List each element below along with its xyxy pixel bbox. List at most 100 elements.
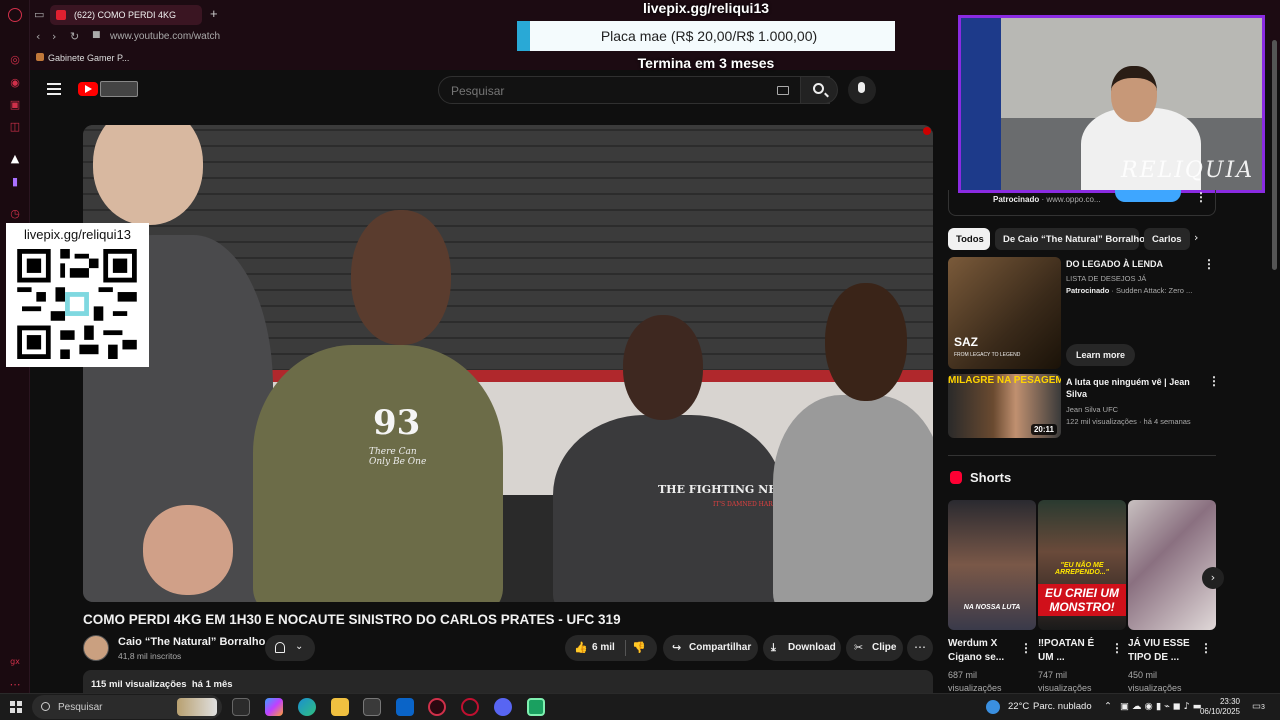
short-thumbnail[interactable] [1128,500,1216,630]
chip-carlos[interactable]: Carlos [1144,228,1190,250]
search-icon [813,83,824,94]
file-explorer-icon[interactable] [331,698,349,716]
chip-all[interactable]: Todos [948,228,990,250]
forward-icon[interactable]: › [52,30,56,43]
kebab-menu-icon[interactable]: ⋮ [1200,641,1212,655]
video-channel[interactable]: Jean Silva UFC [1066,405,1118,414]
ad-thumbnail[interactable]: SAZ FROM LEGACY TO LEGEND [948,257,1061,369]
goal-progress-bar: Placa mae (R$ 20,00/R$ 1.000,00) [517,21,895,51]
description-box[interactable]: 115 mil visualizações há 1 mês [83,670,933,693]
thumbs-up-icon[interactable]: 👍 [574,641,588,654]
clip-label: Clipe [872,642,897,653]
store-icon[interactable] [363,698,381,716]
history-icon[interactable]: ◷ [8,207,22,221]
edge-icon[interactable] [298,698,316,716]
channel-name[interactable]: Caio “The Natural” Borralho [118,636,265,648]
temperature[interactable]: 22°C [1008,701,1029,712]
more-actions-button[interactable]: ⋯ [907,635,933,661]
video-title[interactable]: A luta que ninguém vê | Jean Silva [1066,376,1196,400]
ad-title[interactable]: DO LEGADO À LENDA [1066,259,1163,269]
bookmark-item[interactable]: Gabinete Gamer P... [36,53,129,63]
short-thumbnail[interactable]: NA NOSSA LUTA [948,500,1036,630]
outlook-icon[interactable] [396,698,414,716]
chevron-right-icon[interactable]: › [1194,231,1198,244]
logo-badge[interactable] [100,81,138,97]
plus-icon[interactable]: + [210,6,218,21]
like-count[interactable]: 6 mil [592,642,615,653]
clip-button[interactable]: ✂ Clipe [846,635,903,661]
notifications-button[interactable]: ⌄ [265,635,315,661]
kebab-menu-icon[interactable]: ⋮ [1203,257,1215,271]
short-title[interactable]: Werdum X Cigano se... [948,637,1018,665]
short-caption: NA NOSSA LUTA [963,604,1021,611]
description-stats: 115 mil visualizações há 1 mês [91,679,233,690]
opera-logo-icon[interactable] [8,8,22,22]
notification-icon[interactable]: ▭3 [1252,701,1265,712]
video-player[interactable]: 93 There Can Only Be One THE FIGHTING NE… [83,125,933,602]
opera-gx-icon[interactable] [428,698,446,716]
download-button[interactable]: ⤓ Download [763,635,841,661]
twitch-icon[interactable]: ▮ [8,175,22,189]
aria-icon[interactable]: ◎ [8,53,22,67]
chip-channel[interactable]: De Caio “The Natural” Borralho [995,228,1145,250]
share-button[interactable]: ↪ Compartilhar [663,635,758,661]
instagram-icon[interactable]: ◫ [8,120,22,134]
app-icon[interactable]: ▲ [8,152,22,166]
kebab-menu-icon[interactable]: ⋮ [1020,641,1032,655]
discord-icon[interactable] [494,698,512,716]
recommended-video[interactable]: MILAGRE NA PESAGEM 20:11 A luta que ning… [948,374,1220,438]
video-person [773,395,933,602]
copilot-icon[interactable] [265,698,283,716]
reload-icon[interactable]: ↻ [70,30,79,43]
shorts-icon [950,471,962,484]
url-field[interactable]: www.youtube.com/watch [110,31,220,42]
kebab-menu-icon[interactable]: ⋮ [1195,190,1207,204]
short-title[interactable]: ‼POATAN É UM ... [1038,637,1108,665]
workspace-icon[interactable]: ▭ [34,8,44,21]
kebab-menu-icon[interactable]: ⋮ [1111,641,1123,655]
scissors-icon: ✂ [854,641,864,654]
keyboard-icon[interactable] [777,86,789,95]
voice-search-button[interactable] [848,76,876,104]
short-title[interactable]: JÁ VIU ESSE TIPO DE ... [1128,637,1198,665]
sponsored-domain: www.oppo.co... [1046,195,1101,204]
player-icon[interactable]: ◉ [8,76,22,90]
app-icon[interactable] [527,698,545,716]
ad-subtitle: LISTA DE DESEJOS JÁ [1066,274,1147,283]
sponsored-label: Patrocinado [993,195,1040,204]
youtube-logo-icon[interactable] [78,82,98,96]
taskbar-search[interactable]: Pesquisar [32,695,222,719]
thumbs-down-icon[interactable]: 👎 [632,641,646,654]
clock[interactable]: 23:30 06/10/2025 [1190,697,1240,717]
tray-chevron-icon[interactable]: ⌃ [1104,701,1112,712]
gx-icon[interactable]: gx [8,655,22,669]
search-button[interactable] [800,76,838,104]
video-thumbnail[interactable]: MILAGRE NA PESAGEM 20:11 [948,374,1061,438]
shorts-heading: Shorts [970,470,1012,485]
search-input[interactable] [451,84,771,98]
menu-icon[interactable] [47,83,61,95]
scrollbar[interactable] [1272,40,1277,270]
sponsored-cta-button[interactable] [1115,190,1181,202]
back-icon[interactable]: ‹ [36,30,40,43]
short-views: 687 mil visualizações [948,670,1002,693]
bell-icon [275,642,285,653]
shorts-next-button[interactable]: › [1202,567,1224,589]
qr-panel: livepix.gg/reliqui13 [6,223,149,367]
windows-start-icon[interactable] [10,701,22,713]
weather-text[interactable]: Parc. nublado [1033,701,1092,712]
obs-icon[interactable] [461,698,479,716]
sponsored-row[interactable]: Patrocinado · www.oppo.co... ⋮ [948,190,1216,216]
thumbnail-caption: MILAGRE NA PESAGEM [948,375,1061,386]
ad-card[interactable]: SAZ FROM LEGACY TO LEGEND DO LEGADO À LE… [948,257,1216,369]
divider [948,455,1216,456]
active-tab[interactable]: (622) COMO PERDI 4KG [50,5,202,25]
learn-more-button[interactable]: Learn more [1066,344,1135,366]
channel-avatar[interactable] [83,635,109,661]
task-view-icon[interactable] [232,698,250,716]
kebab-menu-icon[interactable]: ⋮ [1208,374,1220,388]
video-indicator [923,127,931,135]
more-icon[interactable]: ⋯ [8,678,22,692]
short-thumbnail[interactable]: "EU NÃO ME ARREPENDO..." EU CRIEI UM MON… [1038,500,1126,630]
messenger-icon[interactable]: ▣ [8,98,22,112]
